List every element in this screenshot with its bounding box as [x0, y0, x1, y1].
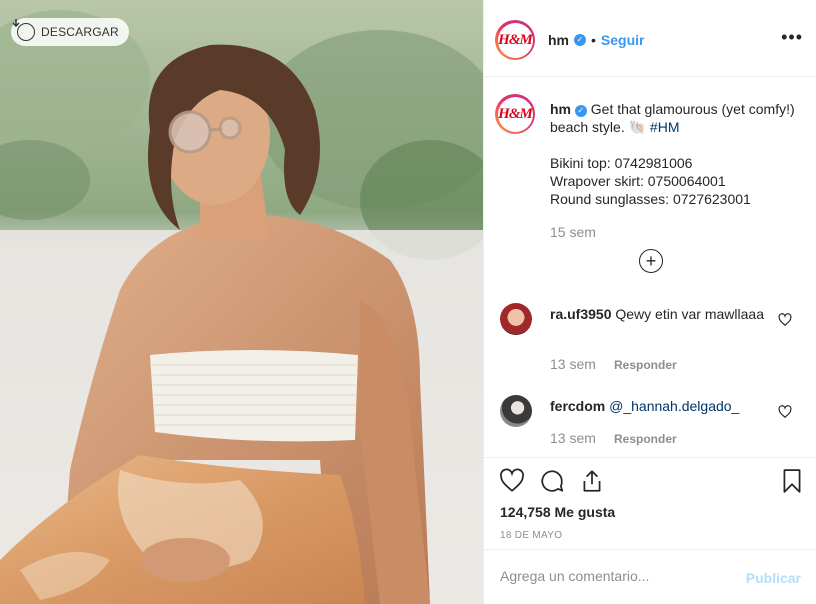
caption-item: Wrapover skirt: 0750064001: [550, 173, 726, 189]
comment-mention[interactable]: @_hannah.delgado_: [609, 398, 739, 414]
comment-bubble-icon[interactable]: [539, 468, 565, 494]
post-photo[interactable]: DESCARGAR: [0, 0, 483, 604]
post-side-panel: H&M hm ✓ • Seguir ••• H&M hm ✓ Get that …: [483, 0, 816, 604]
comment-time[interactable]: 13 sem: [550, 356, 596, 372]
caption-item: Round sunglasses: 0727623001: [550, 191, 751, 207]
likes-count[interactable]: 124,758 Me gusta: [500, 504, 615, 520]
caption-username[interactable]: hm: [550, 101, 571, 117]
comment-username[interactable]: ra.uf3950: [550, 306, 611, 322]
hm-logo: H&M: [498, 31, 533, 48]
separator-dot: •: [591, 32, 596, 48]
caption-hashtag[interactable]: #HM: [650, 119, 680, 135]
download-circle-icon: [12, 19, 35, 41]
publish-button[interactable]: Publicar: [746, 570, 801, 586]
commenter-avatar[interactable]: [500, 395, 532, 427]
post-date[interactable]: 18 DE MAYO: [500, 530, 562, 541]
post-caption: hm ✓ Get that glamourous (yet comfy!) be…: [550, 100, 800, 208]
hm-logo: H&M: [498, 105, 533, 122]
commenter-avatar[interactable]: [500, 303, 532, 335]
comment-input[interactable]: [500, 568, 730, 584]
account-username[interactable]: hm: [548, 32, 569, 48]
verified-badge-icon: ✓: [574, 34, 586, 46]
account-avatar[interactable]: H&M: [495, 20, 535, 60]
like-heart-icon[interactable]: [499, 468, 525, 494]
caption-time[interactable]: 15 sem: [550, 224, 596, 240]
comment-like-heart-icon[interactable]: [778, 313, 792, 327]
caption-item: Bikini top: 0742981006: [550, 155, 693, 171]
download-button[interactable]: DESCARGAR: [11, 18, 129, 46]
follow-button[interactable]: Seguir: [601, 32, 645, 48]
comment-like-heart-icon[interactable]: [778, 405, 792, 419]
caption-avatar[interactable]: H&M: [495, 94, 535, 134]
action-bar: 124,758 Me gusta 18 DE MAYO: [484, 457, 816, 557]
download-label: DESCARGAR: [41, 25, 119, 39]
share-upload-icon[interactable]: [579, 468, 605, 494]
reply-button[interactable]: Responder: [614, 358, 677, 372]
verified-badge-icon: ✓: [574, 105, 587, 117]
reply-button[interactable]: Responder: [614, 432, 677, 446]
account-info: hm ✓ • Seguir: [548, 32, 644, 48]
post-header: H&M hm ✓ • Seguir •••: [484, 0, 816, 77]
comment-body: Qewy etin var mawllaaa: [615, 306, 764, 322]
comment-time[interactable]: 13 sem: [550, 430, 596, 446]
comment-username[interactable]: fercdom: [550, 398, 605, 414]
more-options-icon[interactable]: •••: [781, 28, 803, 46]
save-bookmark-icon[interactable]: [779, 468, 805, 494]
beach-photo-illustration: [0, 0, 483, 604]
comment: ra.uf3950 Qewy etin var mawllaaa: [550, 305, 770, 323]
add-comment-bar: Publicar: [484, 549, 816, 604]
comment: fercdom @_hannah.delgado_: [550, 397, 770, 415]
load-more-comments-button[interactable]: +: [639, 249, 663, 273]
